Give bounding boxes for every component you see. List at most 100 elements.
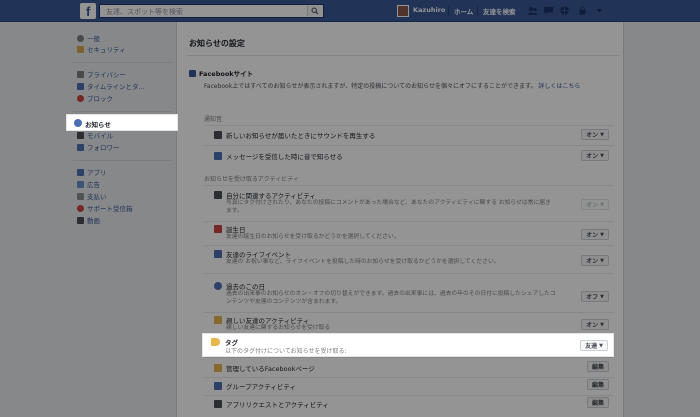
pages-edit-button[interactable]: 編集 [586,361,609,372]
timeline-icon [77,82,84,90]
sidebar-item-timeline[interactable]: タイムラインとタ... [77,81,145,91]
message-sound-toggle-button[interactable]: オン ▼ [581,150,609,161]
tag-icon [211,338,220,346]
button-label: オン [586,322,599,329]
group-icon [214,382,222,390]
sidebar-item-label: お知らせ [85,121,111,129]
star-icon [214,316,222,324]
button-label: オン [586,153,599,160]
button-label: オン [586,232,599,239]
app-requests-edit-button[interactable]: 編集 [586,397,609,408]
topbar-divider [448,6,449,16]
settings-row: 過去のこの日 過去の出来事のお知らせのオン・オフの切り替えができます。過去の出来… [204,281,614,311]
row-divider [204,125,614,126]
row-divider [204,245,614,246]
sidebar-item-mobile[interactable]: モバイル [77,130,113,140]
on-this-day-toggle-button[interactable]: オフ ▼ [581,291,609,302]
row-description: 親しい友達に関するお知らせを受け取る [226,325,331,331]
section-description: Facebook上ではすべてのお知らせが表示されますが、特定の投稿についてのお知… [204,82,609,91]
sidebar-item-label: 広告 [87,181,100,189]
sidebar-item-blocking[interactable]: ブロック [77,93,113,103]
sidebar-item-label: アプリ [87,169,107,177]
row-description: 以下のタグ付けについてお知らせを受け取る: [225,348,347,355]
row-description: 友達の お祝い事など、ライフイベントを投稿した時のお知らせを受け取るかどうかを選… [226,259,500,265]
sidebar-item-label: セキュリティ [87,46,126,54]
caret-down-icon: ▼ [600,257,604,264]
sidebar-item-label: サポート受信箱 [87,205,133,213]
sidebar-divider [73,62,171,63]
tag-settings-row: タグ 以下のタグ付けについてお知らせを受け取る: 友達 ▼ [203,334,613,356]
birthday-toggle-button[interactable]: オン ▼ [581,229,609,240]
block-icon [77,94,84,102]
row-title: 新しいお知らせが届いたときにサウンドを再生する [226,132,376,140]
section-heading-label: Facebookサイト [199,70,254,78]
sidebar-item-label: モバイル [87,132,113,140]
button-label: 編集 [591,364,604,371]
lock-icon [77,70,84,78]
row-title: グループアクティビティ [226,383,297,391]
top-bar: f 友達、スポット等を検索 Kazuhiro ホーム 友達を検索 [0,0,700,22]
settings-row: グループアクティビティ 編集 [204,379,614,393]
facebook-logo-icon[interactable]: f [80,3,96,19]
topbar-divider [477,6,478,16]
home-link[interactable]: ホーム [454,6,473,16]
settings-row: 管理しているFacebookページ 編集 [204,361,614,375]
close-friends-toggle-button[interactable]: オン ▼ [581,319,609,330]
sidebar-item-label: プライバシー [87,71,126,79]
sidebar-divider [73,160,171,161]
button-label: オン [586,202,599,209]
rss-icon [77,143,84,151]
chat-icon [214,152,222,160]
sidebar-item-privacy[interactable]: プライバシー [77,69,126,79]
settings-row: 誕生日 友達の誕生日のお知らせを受け取るかどうかを選択してください。 オン ▼ [204,224,614,244]
friend-requests-icon[interactable] [527,5,538,16]
row-divider [204,185,614,186]
sidebar-item-followers[interactable]: フォロワー [77,142,120,152]
facebook-icon [189,69,196,77]
sidebar-item-support-inbox[interactable]: サポート受信箱 [77,203,133,213]
button-label: 編集 [591,382,604,389]
speaker-icon [214,131,222,139]
globe-icon[interactable] [559,5,570,16]
sidebar-item-general[interactable]: 一般 [77,33,100,43]
caret-down-icon: ▼ [600,201,604,208]
account-menu-icon[interactable] [594,5,605,16]
puzzle-icon [214,400,222,408]
notify-subheading: 通知音 [204,116,223,123]
sidebar-item-payments[interactable]: 支払い [77,191,107,201]
sidebar-item-label: タイムラインとタ... [87,83,145,91]
sound-toggle-button[interactable]: オン ▼ [581,129,609,140]
row-divider [204,312,614,313]
caret-down-icon: ▼ [600,152,604,159]
tag-audience-dropdown[interactable]: 友達 ▼ [580,340,608,351]
life-events-toggle-button[interactable]: オン ▼ [581,255,609,266]
video-icon [77,216,84,224]
find-friends-link[interactable]: 友達を検索 [483,6,516,16]
sidebar-item-apps[interactable]: アプリ [77,167,107,177]
sidebar-item-videos[interactable]: 動画 [77,215,100,225]
receive-subheading: お知らせを受け取るアクティビティ [204,176,299,183]
search-input[interactable]: 友達、スポット等を検索 [99,4,324,18]
sidebar-item-security[interactable]: セキュリティ [77,44,126,54]
self-activity-toggle-button: オン ▼ [581,199,609,210]
sidebar-item-ads[interactable]: 広告 [77,179,100,189]
description-text: Facebook上ではすべてのお知らせが表示されますが、特定の投稿についてのお知… [204,83,537,90]
section-heading: Facebookサイト [189,68,253,78]
logo-letter: f [86,4,91,19]
row-divider [204,357,614,358]
row-divider [204,221,614,222]
row-title: メッセージを受信した時に音で知らせる [226,153,343,161]
cake-icon [214,225,222,233]
row-divider [204,273,614,274]
caret-down-icon: ▼ [600,231,604,238]
learn-more-link[interactable]: 詳しくはこちら [538,83,580,90]
messages-icon[interactable] [543,5,554,16]
profile-link[interactable]: Kazuhiro [413,6,445,14]
sidebar-item-notifications[interactable]: お知らせ [67,115,177,130]
avatar[interactable] [397,5,409,17]
lock-icon[interactable] [577,5,588,16]
row-description: 写真にタグ付けされたり、あなたの投稿にコメントがあった場合など、あなたのアクティ… [226,200,551,214]
settings-row: 友達のライフイベント 友達の お祝い事など、ライフイベントを投稿した時のお知らせ… [204,249,614,271]
groups-edit-button[interactable]: 編集 [586,379,609,390]
search-button[interactable] [307,6,321,16]
